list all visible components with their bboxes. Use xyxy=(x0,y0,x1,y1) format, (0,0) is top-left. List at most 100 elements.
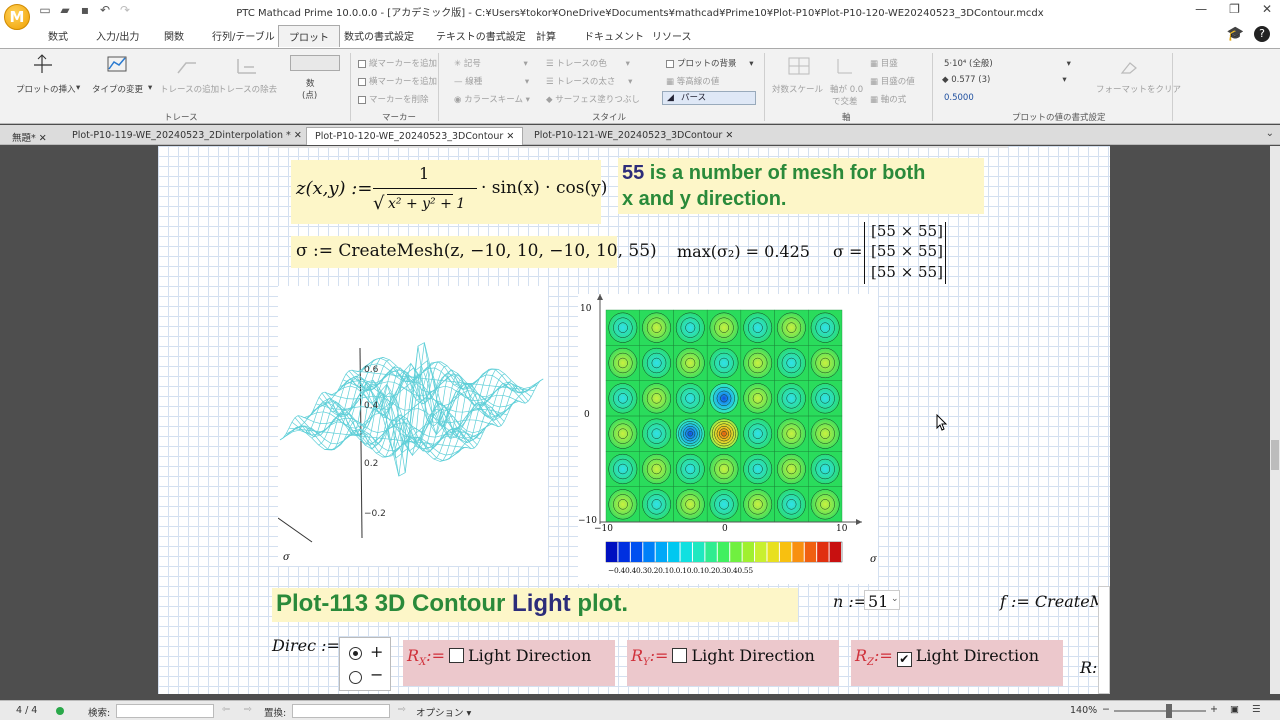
horizontal-marker-icon xyxy=(358,77,366,86)
ry-light-checkbox[interactable] xyxy=(672,648,688,663)
doc-tab-untitled[interactable]: 無題* ✕ xyxy=(4,127,55,145)
colorscheme-dropdown[interactable]: ◉ カラースキーム ▾ xyxy=(454,93,530,105)
sigma-createmesh-region[interactable]: σ := CreateMesh(z, −10, 10, −10, 10, 55) xyxy=(291,236,657,268)
tab-input-output[interactable]: 入力/出力 xyxy=(96,28,139,43)
contour-canvas xyxy=(597,294,862,563)
rz-light-checkbox[interactable]: ✔ xyxy=(896,652,912,667)
tab-matrices-tables[interactable]: 行列/テーブル xyxy=(212,28,275,43)
tab-math[interactable]: 数式 xyxy=(48,28,68,43)
tick-label: −0.2 xyxy=(364,509,386,519)
radio-plus[interactable] xyxy=(349,647,362,660)
ribbon-divider xyxy=(932,53,933,121)
count-dropdown[interactable] xyxy=(290,55,340,71)
delete-marker-button[interactable]: マーカーを削除 xyxy=(358,93,429,105)
line-type-dropdown[interactable]: — 線種 ▾ xyxy=(454,75,529,87)
close-icon[interactable]: ✕ xyxy=(39,133,47,144)
axis-cross-icon xyxy=(837,59,852,74)
chart-type-icon xyxy=(107,56,127,72)
mouse-cursor-icon xyxy=(936,414,948,431)
restore-icon[interactable]: ❐ xyxy=(1229,2,1240,16)
sigma-matrix[interactable]: [55 × 55] [55 × 55] [55 × 55] xyxy=(864,222,946,284)
grid-value-button[interactable]: ▦ 目盛の値 xyxy=(870,75,915,87)
z-definition-region[interactable]: z(x,y) := 1 √ x² + y² + 1 · sin(x) · cos… xyxy=(291,160,607,224)
doc-tab-plot-120[interactable]: Plot-P10-120-WE_20240523_3DContour ✕ xyxy=(306,127,524,145)
colorbar-swatch xyxy=(804,542,817,562)
clear-format-button[interactable]: フォーマットをクリア xyxy=(1096,83,1181,95)
chevron-down-icon: ⌄ xyxy=(891,594,899,604)
doc-tab-plot-121[interactable]: Plot-P10-121-WE_20240523_3DContour ✕ xyxy=(526,127,741,145)
colorbar-swatch xyxy=(767,542,779,562)
tab-calculation[interactable]: 計算 xyxy=(536,28,556,43)
log-scale-button[interactable]: 対数スケール xyxy=(772,83,823,95)
scrollbar-thumb[interactable] xyxy=(1271,440,1279,470)
perspective-icon: ◢ xyxy=(667,93,674,103)
contour-value-button[interactable]: ▦ 等高線の値 xyxy=(666,75,719,87)
close-icon[interactable]: ✕ xyxy=(506,131,514,142)
trace-color-dropdown[interactable]: ☰ トレースの色 ▾ xyxy=(546,57,630,69)
x-tick-label: 10 xyxy=(836,524,848,534)
graduation-cap-icon[interactable]: 🎓 xyxy=(1227,26,1244,42)
options-menu[interactable]: オプション ▾ xyxy=(416,705,471,719)
add-vertical-marker-button[interactable]: 縦マーカーを追加 xyxy=(358,57,437,69)
search-next-icon[interactable]: ⇨ xyxy=(244,704,252,715)
close-icon[interactable]: ✕ xyxy=(294,130,302,141)
y-tick-label: 10 xyxy=(580,304,592,314)
tab-document[interactable]: ドキュメント xyxy=(584,28,644,43)
tab-resources[interactable]: リソース xyxy=(652,28,692,43)
status-bar: 4 / 4 検索: ⇦ ⇨ 置換: ⇨ オプション ▾ 140% − + ▣ ☰ xyxy=(0,700,1280,720)
colorbar-swatch xyxy=(655,542,668,562)
tab-math-formatting[interactable]: 数式の書式設定 xyxy=(344,28,414,43)
document-tabs: 無題* ✕ Plot-P10-119-WE_20240523_2Dinterpo… xyxy=(0,125,1280,145)
doc-tab-plot-119[interactable]: Plot-P10-119-WE_20240523_2Dinterpolation… xyxy=(64,127,310,145)
replace-input[interactable] xyxy=(292,704,390,718)
add-trace-icon xyxy=(177,62,196,74)
search-prev-icon[interactable]: ⇦ xyxy=(222,704,230,715)
worksheet[interactable]: z(x,y) := 1 √ x² + y² + 1 · sin(x) · cos… xyxy=(158,146,1110,694)
ribbon-divider xyxy=(438,53,439,121)
heading-region[interactable]: Plot-113 3D Contour Light plot. xyxy=(272,588,798,622)
minimize-icon[interactable]: — xyxy=(1195,2,1207,16)
zoom-slider[interactable] xyxy=(1114,710,1206,712)
zoom-slider-thumb[interactable] xyxy=(1166,704,1172,718)
close-icon[interactable]: ✕ xyxy=(725,130,733,141)
zoom-in-icon[interactable]: + xyxy=(1210,704,1218,715)
symbol-dropdown[interactable]: ✳ 記号 ▾ xyxy=(454,57,528,69)
gridlines-button[interactable]: ▦ 目盛 xyxy=(870,57,898,69)
colorbar-swatch xyxy=(692,542,705,562)
chevron-down-icon: ▾ xyxy=(76,83,81,93)
mesh-note-region[interactable]: 55 is a number of mesh for both x and y … xyxy=(618,158,984,214)
tab-plots[interactable]: プロット xyxy=(278,25,340,47)
max-sigma-result[interactable]: max(σ₂) = 0.425 xyxy=(677,242,810,261)
precision-stepper[interactable]: ◆ 0.577 (3) ▾ xyxy=(942,75,1067,85)
help-icon[interactable]: ? xyxy=(1254,26,1270,42)
close-icon[interactable]: ✕ xyxy=(1262,2,1272,16)
radio-minus[interactable] xyxy=(349,671,362,684)
tab-list-chevron-icon[interactable]: ⌄ xyxy=(1266,128,1274,139)
f-definition[interactable]: f := CreateM xyxy=(1000,592,1106,611)
rx-light-checkbox[interactable] xyxy=(448,648,464,663)
surface-3d-plot[interactable]: 0.6 0.4 0.2 −0.2 σ xyxy=(277,286,548,566)
number-format-dropdown[interactable]: 5·10⁴ (全般) ▾ xyxy=(944,57,1071,69)
tab-text-formatting[interactable]: テキストの書式設定 xyxy=(436,28,526,43)
plot-background-dropdown[interactable]: プロットの背景 ▾ xyxy=(666,57,754,69)
fraction-bar xyxy=(373,188,477,189)
surface-fill-dropdown[interactable]: ◆ サーフェス塗りつぶし xyxy=(546,93,640,105)
draft-view-icon[interactable]: ☰ xyxy=(1252,704,1261,715)
region-scroll-handle[interactable] xyxy=(1098,586,1110,694)
axis-expression-button[interactable]: ▦ 軸の式 xyxy=(870,93,906,105)
vertical-scrollbar[interactable] xyxy=(1270,146,1280,694)
sqrt-sign: √ xyxy=(373,193,385,214)
replace-icon[interactable]: ⇨ xyxy=(398,704,406,715)
n-value-dropdown[interactable]: 51 ⌄ xyxy=(864,590,900,611)
plot-axes-icon xyxy=(34,54,52,73)
perspective-button[interactable]: ◢ パース xyxy=(662,91,756,105)
trace-width-dropdown[interactable]: ☰ トレースの太さ ▾ xyxy=(546,75,632,87)
search-input[interactable] xyxy=(116,704,214,718)
zoom-out-icon[interactable]: − xyxy=(1102,704,1110,715)
tab-functions[interactable]: 関数 xyxy=(164,28,184,43)
add-horizontal-marker-button[interactable]: 横マーカーを追加 xyxy=(358,75,437,87)
page-view-icon[interactable]: ▣ xyxy=(1230,704,1239,715)
app-logo[interactable]: M xyxy=(4,4,30,30)
contour-plot[interactable]: 10 0 −10 −10 0 10 −0.40.40.30.20.10.0.10… xyxy=(578,294,878,584)
colorbar-swatch xyxy=(606,542,618,562)
